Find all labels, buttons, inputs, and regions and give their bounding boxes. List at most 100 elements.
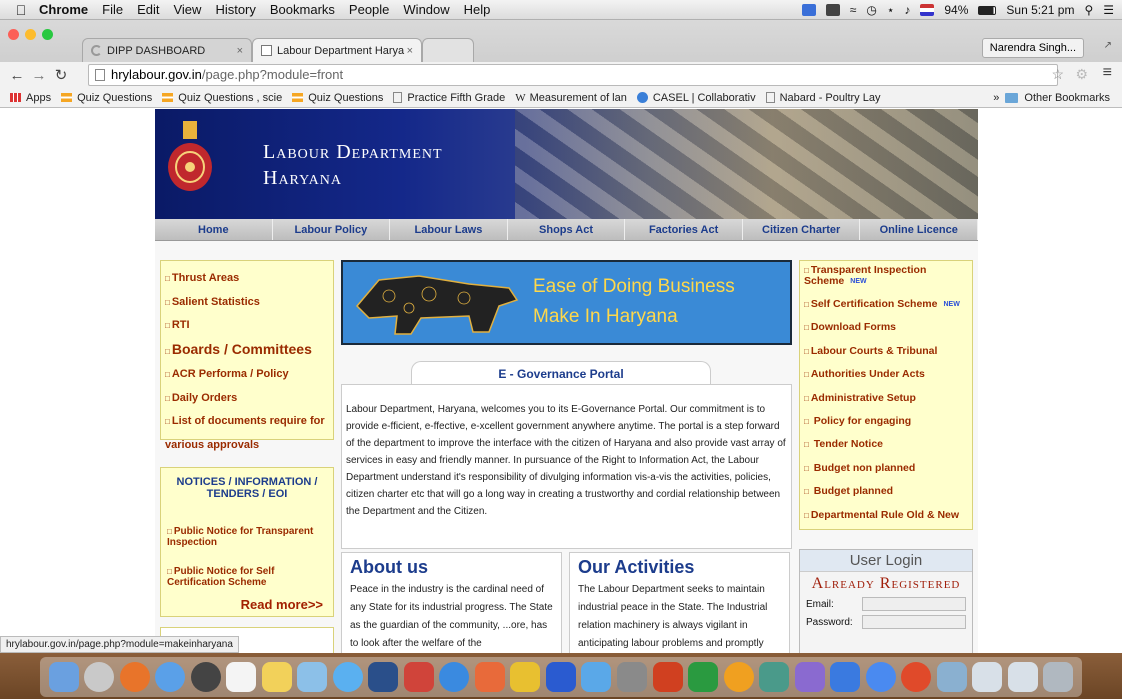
menu-file[interactable]: File xyxy=(95,2,130,17)
link-budget-planned[interactable]: □ Budget planned xyxy=(804,480,968,503)
bookmark-apps[interactable]: Apps xyxy=(10,92,51,104)
nav-online-licence[interactable]: Online Licence xyxy=(860,219,979,240)
numbers-icon[interactable] xyxy=(759,662,790,692)
nav-factories-act[interactable]: Factories Act xyxy=(625,219,743,240)
trash-icon[interactable] xyxy=(1043,662,1074,692)
calendar-icon[interactable] xyxy=(226,662,257,692)
link-self-certification[interactable]: □ Self Certification Scheme NEW xyxy=(804,293,968,316)
app-store-icon[interactable] xyxy=(439,662,470,692)
firefox-icon[interactable] xyxy=(119,662,150,692)
close-tab-icon[interactable]: × xyxy=(237,45,243,57)
menu-edit[interactable]: Edit xyxy=(130,2,166,17)
link-salient-statistics[interactable]: □ Salient Statistics xyxy=(165,291,329,315)
our-activities-title[interactable]: Our Activities xyxy=(578,557,781,578)
new-tab-button[interactable] xyxy=(422,38,474,62)
facetime-icon[interactable] xyxy=(368,662,399,692)
email-field[interactable] xyxy=(862,597,966,611)
link-budget-non-planned[interactable]: □ Budget non planned xyxy=(804,457,968,480)
chrome-menu-icon[interactable]: ≡ xyxy=(1103,64,1112,82)
bookmarks-overflow-button[interactable]: » xyxy=(993,92,999,104)
downloads-stack-icon[interactable] xyxy=(936,662,967,692)
read-more-link[interactable]: Read more>> xyxy=(241,597,323,612)
menu-window[interactable]: Window xyxy=(396,2,456,17)
bookmark-star-icon[interactable]: ☆ xyxy=(1051,66,1064,83)
excel-icon[interactable] xyxy=(688,662,719,692)
other-bookmarks[interactable]: Other Bookmarks xyxy=(1024,92,1110,104)
link-list-of-documents[interactable]: □ List of documents require for xyxy=(165,410,329,434)
bookmark-quiz-1[interactable]: Quiz Questions xyxy=(61,92,152,104)
password-field[interactable] xyxy=(862,615,966,629)
link-departmental-rule[interactable]: □ Departmental Rule Old & New xyxy=(804,504,968,527)
bookmark-casel[interactable]: CASEL | Collaborativ xyxy=(636,92,756,104)
vlc-icon[interactable] xyxy=(723,662,754,692)
bookmark-practice[interactable]: Practice Fifth Grade xyxy=(393,92,505,104)
pages-icon[interactable] xyxy=(474,662,505,692)
flag-icon[interactable] xyxy=(920,4,935,16)
chrome-icon[interactable] xyxy=(901,662,932,692)
nav-labour-laws[interactable]: Labour Laws xyxy=(390,219,508,240)
zoom-window-icon[interactable] xyxy=(42,29,53,40)
volume-icon[interactable]: ♪ xyxy=(904,3,910,17)
forward-button-icon[interactable]: → xyxy=(28,67,50,84)
messages-icon[interactable] xyxy=(332,662,363,692)
bookmark-nabard[interactable]: Nabard - Poultry Lay xyxy=(765,92,880,104)
tab-dipp-dashboard[interactable]: DIPP DASHBOARD × xyxy=(82,38,252,62)
menu-view[interactable]: View xyxy=(166,2,208,17)
reload-button-icon[interactable]: ↻ xyxy=(50,66,72,84)
about-us-title[interactable]: About us xyxy=(350,557,553,578)
notice-transparent-inspection[interactable]: □ Public Notice for Transparent Inspectio… xyxy=(167,526,327,548)
link-rti[interactable]: □ RTI xyxy=(165,314,329,338)
extension-icon[interactable]: ⚙ xyxy=(1075,66,1088,83)
link-thrust-areas[interactable]: □ Thrust Areas xyxy=(165,267,329,291)
photo-booth-icon[interactable] xyxy=(403,662,434,692)
link-various-approvals[interactable]: various approvals xyxy=(165,434,329,458)
close-window-icon[interactable] xyxy=(8,29,19,40)
nav-labour-policy[interactable]: Labour Policy xyxy=(273,219,391,240)
battery-percent[interactable]: 94% xyxy=(944,3,968,17)
tab-labour-department[interactable]: Labour Department Harya × xyxy=(252,38,422,62)
imovie-icon[interactable] xyxy=(794,662,825,692)
safari-icon[interactable] xyxy=(155,662,186,692)
teamviewer-icon[interactable] xyxy=(830,662,861,692)
link-policy-for-engaging[interactable]: □ Policy for engaging xyxy=(804,410,968,433)
launchpad-icon[interactable] xyxy=(84,662,115,692)
nav-citizen-charter[interactable]: Citizen Charter xyxy=(743,219,861,240)
nav-home[interactable]: Home xyxy=(155,219,273,240)
finder-icon[interactable] xyxy=(48,662,79,692)
wifi-icon[interactable]: ≈ xyxy=(850,3,857,17)
document-stack-icon[interactable] xyxy=(972,662,1003,692)
nav-shops-act[interactable]: Shops Act xyxy=(508,219,626,240)
menu-history[interactable]: History xyxy=(208,2,262,17)
bluetooth-icon[interactable]: ⋆ xyxy=(887,3,895,17)
link-transparent-inspection[interactable]: □ Transparent Inspection Scheme NEW xyxy=(804,265,968,287)
bookmark-measurement[interactable]: W Measurement of lan xyxy=(515,92,627,104)
apple-logo-icon[interactable]:  xyxy=(10,2,32,18)
link-acr-performa[interactable]: □ ACR Performa / Policy xyxy=(165,363,329,387)
profile-button[interactable]: Narendra Singh... xyxy=(981,38,1084,58)
link-tender-notice[interactable]: □ Tender Notice xyxy=(804,433,968,456)
notes-icon[interactable] xyxy=(261,662,292,692)
preview-icon[interactable] xyxy=(297,662,328,692)
word-icon[interactable] xyxy=(545,662,576,692)
powerpoint-icon[interactable] xyxy=(652,662,683,692)
back-button-icon[interactable]: ← xyxy=(6,67,28,84)
bookmark-quiz-3[interactable]: Quiz Questions xyxy=(292,92,383,104)
dropbox-icon[interactable] xyxy=(825,4,840,16)
fullscreen-icon[interactable]: ↗ xyxy=(1104,40,1112,51)
link-labour-courts[interactable]: □ Labour Courts & Tribunal xyxy=(804,340,968,363)
notice-self-certification[interactable]: □ Public Notice for Self Certification Sc… xyxy=(167,566,327,588)
bookmark-quiz-2[interactable]: Quiz Questions , scie xyxy=(162,92,282,104)
menu-people[interactable]: People xyxy=(342,2,396,17)
close-tab-icon[interactable]: × xyxy=(407,45,413,57)
spotlight-search-icon[interactable]: ⚲ xyxy=(1084,3,1093,17)
link-administrative-setup[interactable]: □ Administrative Setup xyxy=(804,387,968,410)
keynote-icon[interactable] xyxy=(581,662,612,692)
ibooks-icon[interactable] xyxy=(510,662,541,692)
battery-icon[interactable] xyxy=(978,5,997,15)
link-daily-orders[interactable]: □ Daily Orders xyxy=(165,387,329,411)
link-boards-committees[interactable]: □ Boards / Committees xyxy=(165,338,329,364)
system-preferences-icon[interactable] xyxy=(617,662,647,692)
link-download-forms[interactable]: □ Download Forms xyxy=(804,316,968,339)
address-bar[interactable]: hrylabour.gov.in/page.php?module=front xyxy=(88,64,1058,86)
menu-bookmarks[interactable]: Bookmarks xyxy=(263,2,342,17)
